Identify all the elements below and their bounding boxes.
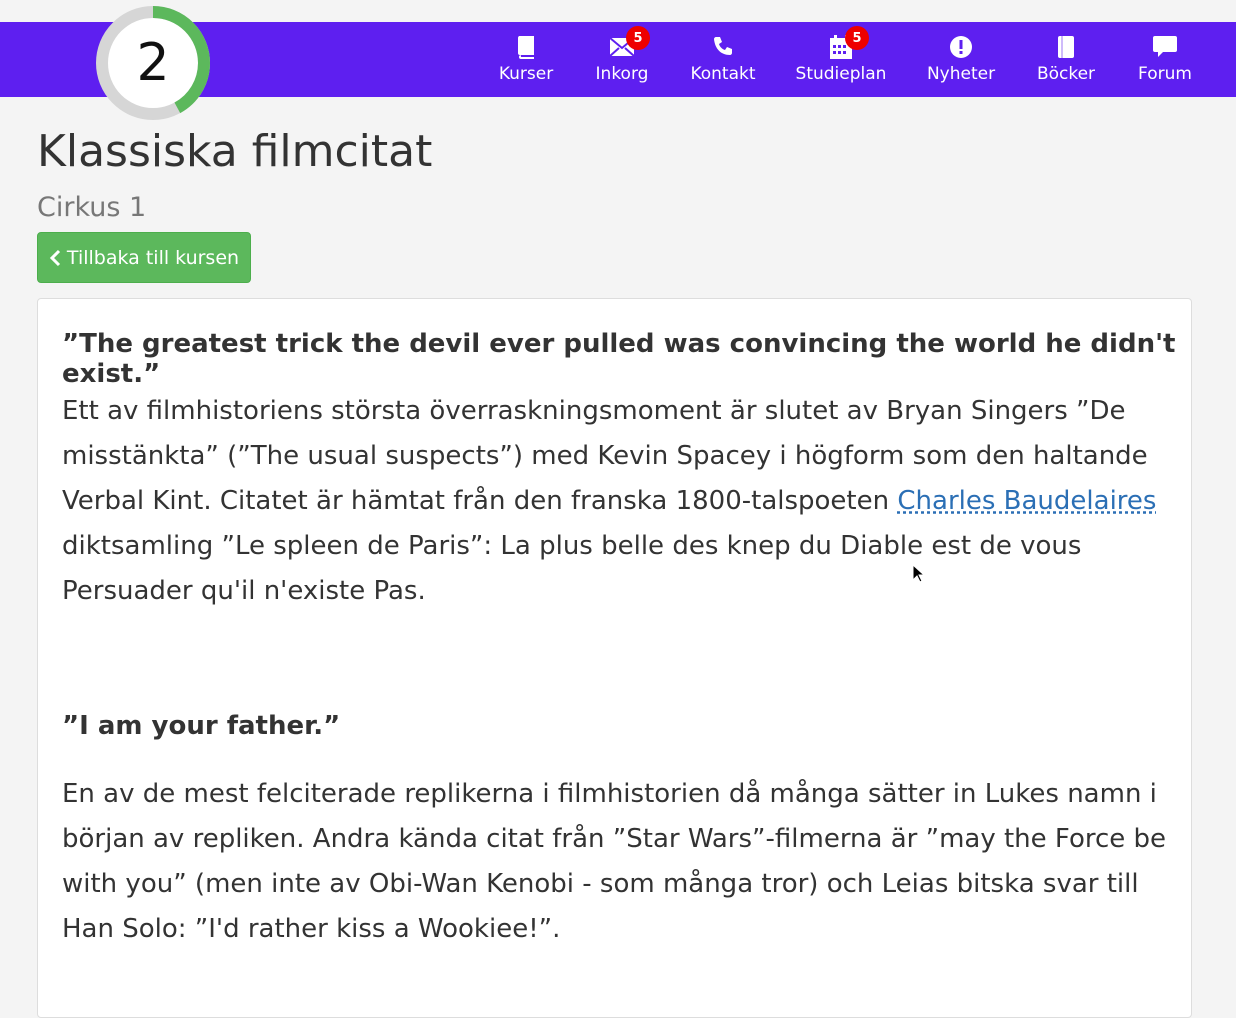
content-card: ”The greatest trick the devil ever pulle… — [37, 298, 1192, 1018]
paragraph: En av de mest felciterade replikerna i f… — [62, 779, 1167, 944]
nav-label: Inkorg — [595, 64, 649, 84]
nav-item-forum[interactable]: Forum — [1116, 22, 1214, 97]
nav-item-kurser[interactable]: Kurser — [478, 22, 574, 97]
nav-item-bocker[interactable]: Böcker — [1016, 22, 1116, 97]
chevron-left-icon — [49, 249, 60, 266]
nav-label: Kurser — [498, 64, 554, 84]
back-to-course-button[interactable]: Tillbaka till kursen — [37, 232, 251, 283]
book-icon — [513, 34, 539, 60]
quote-heading: ”I am your father.” — [62, 711, 341, 741]
mouse-cursor-icon — [912, 564, 926, 583]
phone-icon — [710, 34, 736, 60]
nav-label: Forum — [1138, 64, 1192, 84]
back-button-label: Tillbaka till kursen — [66, 246, 240, 269]
unread-badge: 5 — [626, 26, 650, 50]
progress-value: 2 — [136, 33, 170, 93]
paragraph-text: diktsamling ”Le spleen de Paris”: La plu… — [62, 531, 1082, 606]
quote-heading: ”The greatest trick the devil ever pulle… — [62, 329, 1176, 389]
pending-badge: 5 — [845, 26, 869, 50]
nav-item-studieplan[interactable]: Studieplan 5 — [776, 22, 906, 97]
nav-item-kontakt[interactable]: Kontakt — [670, 22, 776, 97]
baudelaire-link[interactable]: Charles Baudelaires — [897, 486, 1156, 516]
main-nav: Kurser Inkorg 5 Kontakt Studieplan 5 Nyh… — [478, 22, 1236, 97]
course-subtitle: Cirkus 1 — [37, 192, 147, 223]
nav-item-inkorg[interactable]: Inkorg 5 — [574, 22, 670, 97]
progress-ring: 2 — [92, 2, 214, 124]
book-icon — [1053, 34, 1079, 60]
chat-icon — [1152, 34, 1178, 60]
nav-item-nyheter[interactable]: Nyheter — [906, 22, 1016, 97]
page-title: Klassiska filmcitat — [37, 126, 433, 177]
nav-label: Kontakt — [690, 64, 756, 84]
paragraph: Ett av filmhistoriens största överraskni… — [62, 389, 1172, 614]
nav-label: Studieplan — [795, 64, 887, 84]
nav-label: Nyheter — [926, 64, 996, 84]
exclamation-icon — [948, 34, 974, 60]
nav-label: Böcker — [1036, 64, 1096, 84]
